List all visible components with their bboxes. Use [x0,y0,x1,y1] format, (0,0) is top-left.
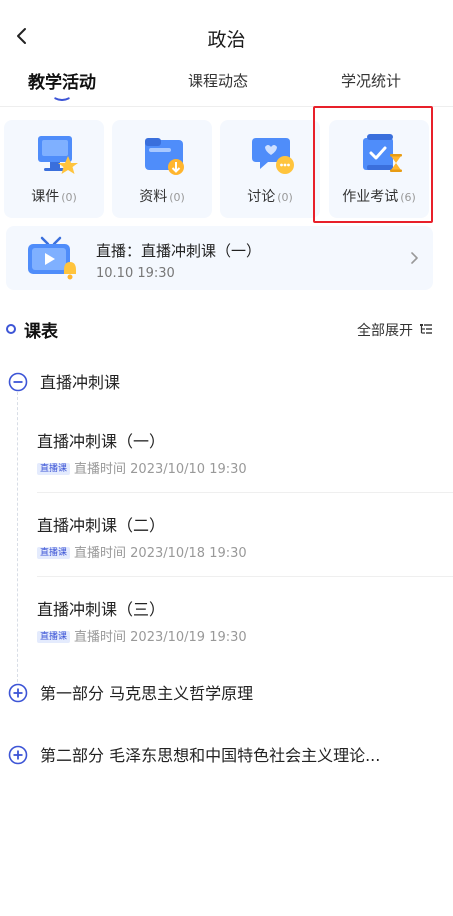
live-session-title: 直播：直播冲刺课（一） [96,242,262,260]
tab-course-updates[interactable]: 课程动态 [188,70,248,91]
section-title: 直播冲刺课 [40,373,121,392]
lesson-time: 直播时间 2023/10/10 19:30 [74,462,247,477]
lesson-meta: 直播课 直播时间 2023/10/10 19:30 [37,458,247,477]
live-session-card[interactable]: 直播：直播冲刺课（一） 10.10 19:30 [6,226,433,290]
discussion-chat-icon [252,138,294,174]
schedule-title: 课表 [24,322,58,342]
expand-all-button[interactable]: 全部展开 [357,320,413,340]
lesson-item[interactable]: 直播冲刺课（一） 直播课 直播时间 2023/10/10 19:30 [37,414,453,498]
timeline-dot-icon [6,324,16,334]
live-badge: 直播课 [37,546,71,559]
lesson-item[interactable]: 直播冲刺课（三） 直播课 直播时间 2023/10/19 19:30 [37,582,453,666]
tree-expand-icon[interactable] [419,323,433,335]
active-tab-indicator [54,97,70,101]
chevron-right-icon [411,252,418,264]
tab-bar: 教学活动 课程动态 学况统计 [0,62,453,102]
tab-teaching-activities[interactable]: 教学活动 [28,68,96,93]
materials-label: 资料 (0) [139,189,185,205]
timeline-line [17,392,18,682]
app-header: 政治 [0,0,453,70]
lesson-time: 直播时间 2023/10/18 19:30 [74,546,247,561]
courseware-card[interactable]: 课件 (0) [4,120,104,218]
section-live-sprint[interactable]: 直播冲刺课 [0,366,453,396]
lesson-item[interactable]: 直播冲刺课（二） 直播课 直播时间 2023/10/18 19:30 [37,498,453,582]
lesson-divider [37,576,453,577]
expand-circle-icon[interactable] [8,745,28,765]
live-badge: 直播课 [37,462,71,475]
section-title: 第一部分 马克思主义哲学原理 [40,684,254,703]
page-title: 政治 [207,29,246,51]
live-session-time: 10.10 19:30 [96,266,175,281]
lesson-time: 直播时间 2023/10/19 19:30 [74,630,247,645]
live-badge: 直播课 [37,630,71,643]
lesson-title: 直播冲刺课（三） [37,600,166,619]
discussion-card[interactable]: 讨论 (0) [220,120,320,218]
lesson-title: 直播冲刺课（一） [37,432,166,451]
live-tv-icon [28,236,76,280]
highlight-box [313,106,433,223]
schedule-header: 课表 全部展开 [0,315,453,345]
materials-card[interactable]: 资料 (0) [112,120,212,218]
lesson-title: 直播冲刺课（二） [37,516,166,535]
materials-folder-icon [145,138,184,175]
section-mao-thought[interactable]: 第二部分 毛泽东思想和中国特色社会主义理论... [0,739,453,769]
discussion-label: 讨论 (0) [247,189,293,205]
lesson-divider [37,492,453,493]
expand-circle-icon[interactable] [8,683,28,703]
courseware-icon [38,136,78,174]
courseware-label: 课件 (0) [31,189,77,205]
tab-study-statistics[interactable]: 学况统计 [341,70,401,91]
collapse-circle-icon[interactable] [8,372,28,392]
lesson-meta: 直播课 直播时间 2023/10/19 19:30 [37,626,247,645]
section-title: 第二部分 毛泽东思想和中国特色社会主义理论... [40,746,381,765]
lesson-meta: 直播课 直播时间 2023/10/18 19:30 [37,542,247,561]
section-marxist-philosophy[interactable]: 第一部分 马克思主义哲学原理 [0,677,453,707]
